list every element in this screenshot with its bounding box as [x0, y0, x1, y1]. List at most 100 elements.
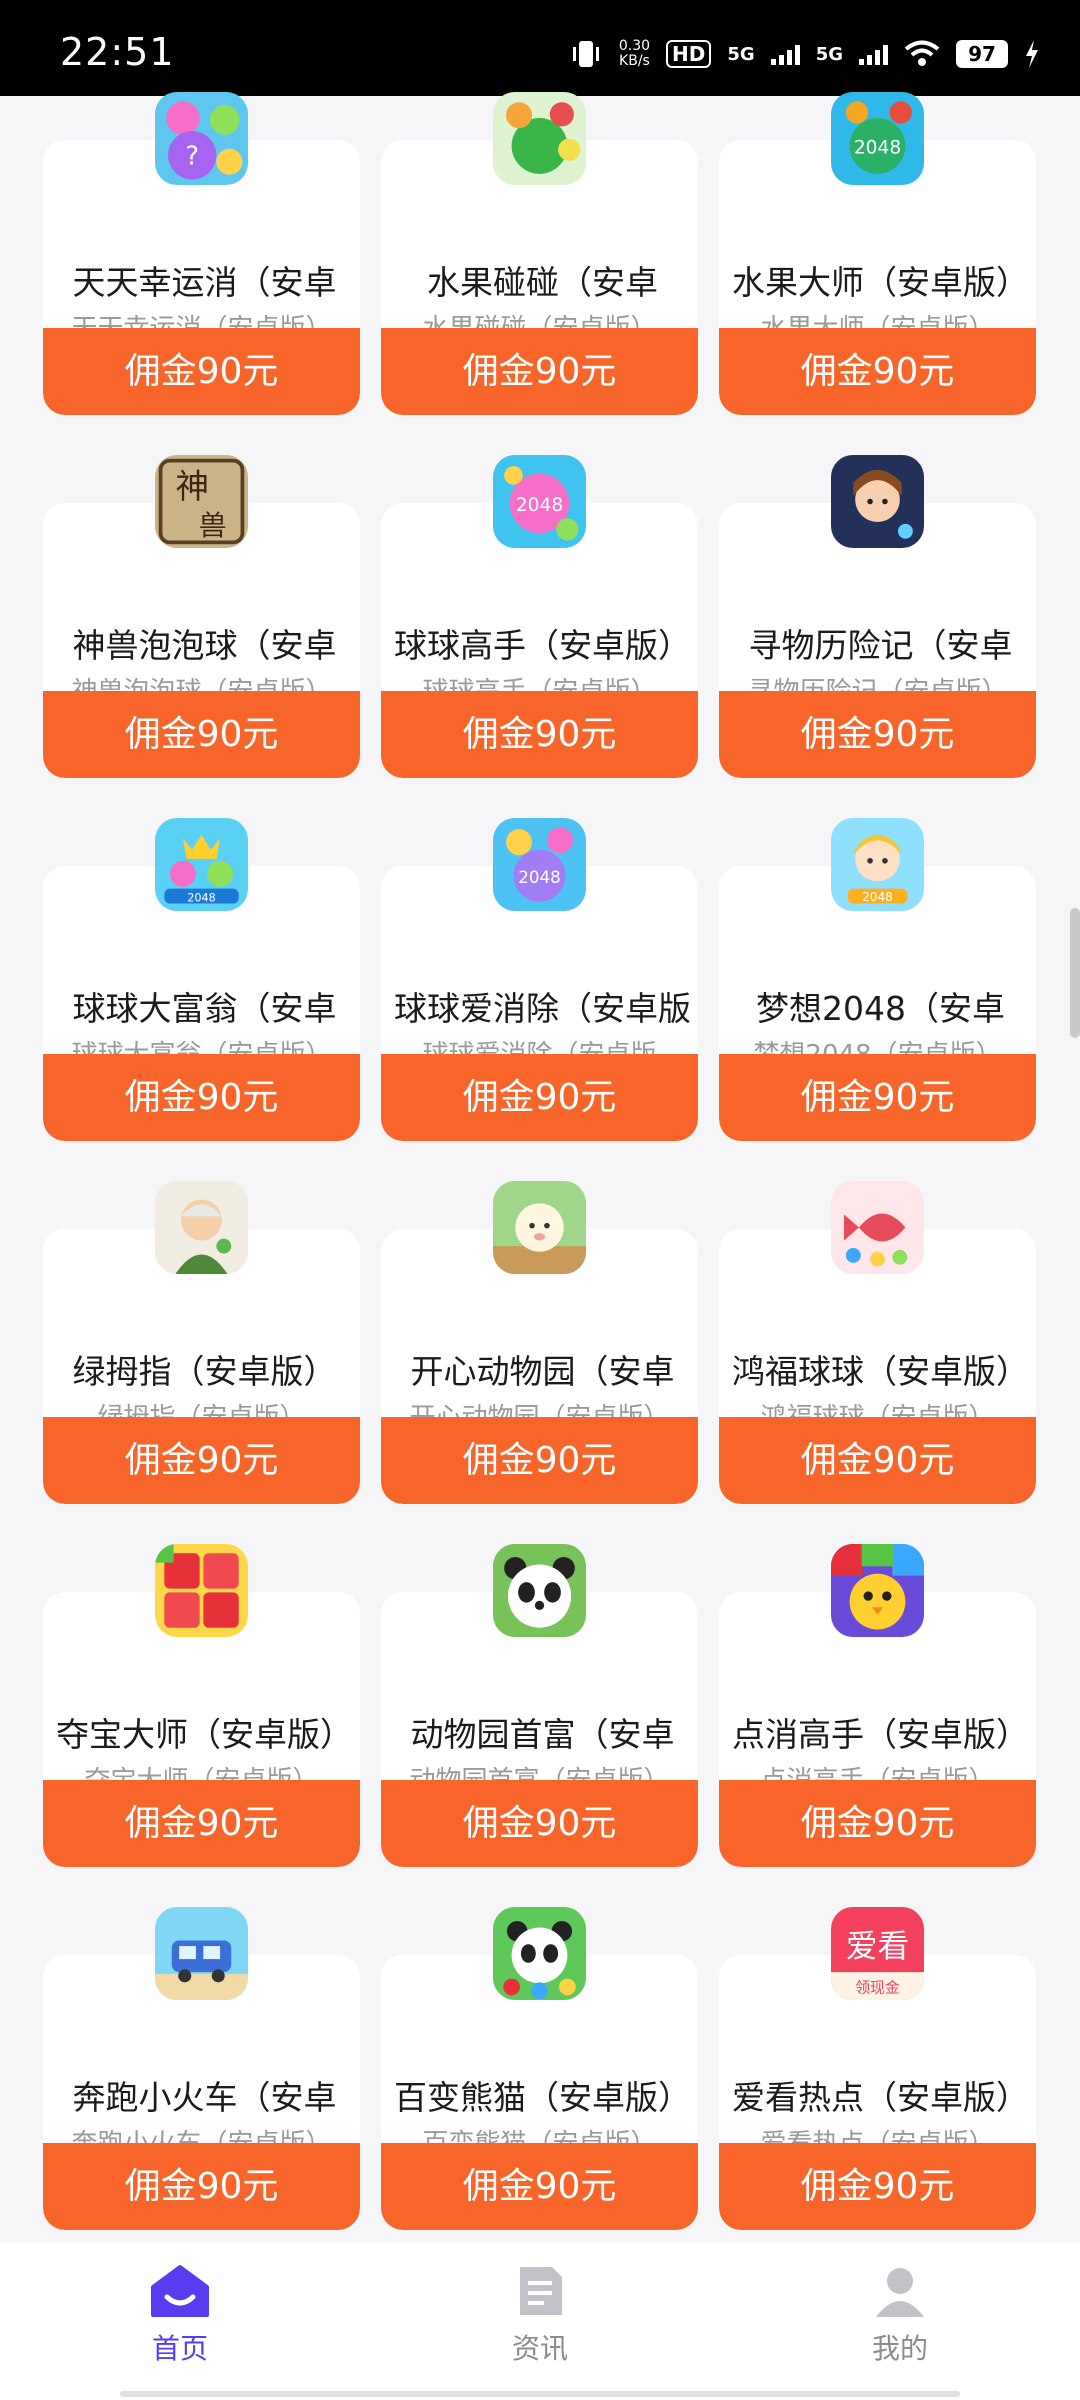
commission-button[interactable]: 佣金90元 — [381, 1054, 698, 1141]
commission-button[interactable]: 佣金90元 — [381, 1780, 698, 1867]
nav-label-home: 首页 — [151, 2332, 208, 2365]
app-name: 开心动物园（安卓 — [410, 1352, 675, 1391]
app-card[interactable]: 球球大富翁（安卓 球球大富翁（安卓版） 佣金90元 2048 — [43, 818, 360, 1185]
app-name: 爱看热点（安卓版） — [732, 2078, 1029, 2117]
app-name: 神兽泡泡球（安卓 — [72, 626, 337, 665]
news-icon — [520, 2267, 562, 2315]
app-name: 奔跑小火车（安卓 — [72, 2078, 337, 2117]
panda-bubble-icon — [493, 1907, 586, 2000]
vibrate-icon — [572, 41, 599, 67]
commission-button[interactable]: 佣金90元 — [43, 1780, 360, 1867]
commission-button[interactable]: 佣金90元 — [719, 328, 1036, 415]
svg-text:2048: 2048 — [862, 890, 893, 904]
app-name: 寻物历险记（安卓 — [748, 626, 1013, 665]
app-card[interactable]: 开心动物园（安卓 开心动物园（安卓版） 佣金90元 — [381, 1181, 698, 1548]
nav-item-mine[interactable]: 我的 — [820, 2263, 980, 2367]
app-name: 天天幸运消（安卓 — [72, 263, 337, 302]
svg-text:兽: 兽 — [199, 509, 227, 542]
app-card[interactable]: 夺宝大师（安卓版） 夺宝大师（安卓版） 佣金90元 — [43, 1544, 360, 1911]
charging-icon — [1026, 40, 1038, 68]
app-card[interactable]: 动物园首富（安卓 动物园首富（安卓版） 佣金90元 — [381, 1544, 698, 1911]
commission-button[interactable]: 佣金90元 — [719, 1417, 1036, 1504]
svg-text:神: 神 — [175, 467, 208, 506]
commission-button[interactable]: 佣金90元 — [719, 1780, 1036, 1867]
commission-button[interactable]: 佣金90元 — [719, 691, 1036, 778]
lucky-fish-icon — [831, 1181, 924, 1274]
fruit-bubble-icon — [493, 92, 586, 185]
nav-item-home[interactable]: 首页 — [100, 2263, 260, 2367]
app-card[interactable]: 球球高手（安卓版） 球球高手（安卓版） 佣金90元 2048 — [381, 455, 698, 822]
app-card[interactable]: 梦想2048（安卓 梦想2048（安卓版） 佣金90元 2048 — [719, 818, 1036, 1185]
app-card[interactable]: 神兽泡泡球（安卓 神兽泡泡球（安卓版） 佣金90元 神兽 — [43, 455, 360, 822]
status-bar: 22:51 0.30 KB/s HD 5G 5G 97 — [0, 0, 1080, 96]
app-card[interactable]: 绿拇指（安卓版） 绿拇指（安卓版） 佣金90元 — [43, 1181, 360, 1548]
signal-bars-2-icon — [859, 43, 888, 65]
commission-button[interactable]: 佣金90元 — [43, 1417, 360, 1504]
app-card[interactable]: 鸿福球球（安卓版） 鸿福球球（安卓版） 佣金90元 — [719, 1181, 1036, 1548]
beast-icon: 神兽 — [155, 455, 248, 548]
app-name: 百变熊猫（安卓版） — [394, 2078, 691, 2117]
commission-button[interactable]: 佣金90元 — [43, 691, 360, 778]
svg-text:2048: 2048 — [516, 495, 563, 516]
app-name: 球球高手（安卓版） — [394, 626, 691, 665]
hd-badge: HD — [666, 40, 712, 68]
app-name: 动物园首富（安卓 — [410, 1715, 675, 1754]
commission-button[interactable]: 佣金90元 — [43, 2143, 360, 2230]
lucky-bubble-icon: ? — [155, 92, 248, 185]
app-card[interactable]: 水果大师（安卓版） 水果大师（安卓版） 佣金90元 2048 — [719, 92, 1036, 459]
commission-button[interactable]: 佣金90元 — [43, 1054, 360, 1141]
app-card[interactable]: 天天幸运消（安卓 天天幸运消（安卓版） 佣金90元 ? — [43, 92, 360, 459]
train-icon — [155, 1907, 248, 2000]
svg-text:2048: 2048 — [187, 892, 215, 905]
commission-button[interactable]: 佣金90元 — [381, 2143, 698, 2230]
commission-button[interactable]: 佣金90元 — [719, 1054, 1036, 1141]
ball-eliminate-icon: 2048 — [493, 818, 586, 911]
ball-2048-icon: 2048 — [493, 455, 586, 548]
home-indicator[interactable] — [120, 2391, 960, 2397]
svg-text:2048: 2048 — [854, 137, 901, 158]
app-card[interactable]: 球球爱消除（安卓版 球球爱消除（安卓版 佣金90元 2048 — [381, 818, 698, 1185]
aikan-icon: 爱看 领现金 — [831, 1907, 924, 2000]
ball-tycoon-icon: 2048 — [155, 818, 248, 911]
commission-button[interactable]: 佣金90元 — [719, 2143, 1036, 2230]
app-card[interactable]: 百变熊猫（安卓版） 百变熊猫（安卓版） 佣金90元 — [381, 1907, 698, 2274]
svg-text:2048: 2048 — [518, 867, 561, 887]
status-time: 22:51 — [60, 30, 175, 74]
bottom-nav: 首页 资讯 我的 — [0, 2243, 1080, 2400]
nav-label-news: 资讯 — [511, 2332, 568, 2365]
app-name: 夺宝大师（安卓版） — [56, 1715, 353, 1754]
zoo-sheep-icon — [493, 1181, 586, 1274]
nav-label-mine: 我的 — [871, 2332, 928, 2365]
app-card[interactable]: 点消高手（安卓版） 点消高手（安卓版） 佣金90元 — [719, 1544, 1036, 1911]
commission-button[interactable]: 佣金90元 — [381, 1417, 698, 1504]
svg-text:?: ? — [185, 142, 199, 172]
home-icon — [151, 2265, 209, 2317]
app-card[interactable]: 奔跑小火车（安卓 奔跑小火车（安卓版） 佣金90元 — [43, 1907, 360, 2274]
commission-button[interactable]: 佣金90元 — [381, 328, 698, 415]
chick-blocks-icon — [831, 1544, 924, 1637]
app-card[interactable]: 爱看热点（安卓版） 爱看热点（安卓版） 佣金90元 爱看 领现金 — [719, 1907, 1036, 2274]
grandpa-icon — [155, 1181, 248, 1274]
app-name: 水果碰碰（安卓 — [427, 263, 658, 302]
app-name: 绿拇指（安卓版） — [72, 1352, 337, 1391]
wifi-icon — [904, 40, 940, 66]
app-card[interactable]: 水果碰碰（安卓 水果碰碰（安卓版） 佣金90元 — [381, 92, 698, 459]
girl-adventure-icon — [831, 455, 924, 548]
user-icon — [876, 2268, 924, 2317]
app-name: 球球大富翁（安卓 — [72, 989, 337, 1028]
app-name: 点消高手（安卓版） — [732, 1715, 1029, 1754]
svg-text:爱看: 爱看 — [846, 1929, 909, 1965]
red-blocks-icon — [155, 1544, 248, 1637]
scrollbar-thumb[interactable] — [1070, 908, 1080, 1038]
app-name: 梦想2048（安卓 — [756, 989, 1005, 1028]
panda-icon — [493, 1544, 586, 1637]
fruit-2048-icon: 2048 — [831, 92, 924, 185]
network-speed: 0.30 KB/s — [618, 38, 651, 69]
signal-5g-1: 5G — [727, 43, 755, 65]
signal-bars-1-icon — [770, 43, 800, 65]
commission-button[interactable]: 佣金90元 — [43, 328, 360, 415]
commission-button[interactable]: 佣金90元 — [381, 691, 698, 778]
app-name: 水果大师（安卓版） — [732, 263, 1029, 302]
app-card[interactable]: 寻物历险记（安卓 寻物历险记（安卓版） 佣金90元 — [719, 455, 1036, 822]
nav-item-news[interactable]: 资讯 — [460, 2263, 620, 2367]
